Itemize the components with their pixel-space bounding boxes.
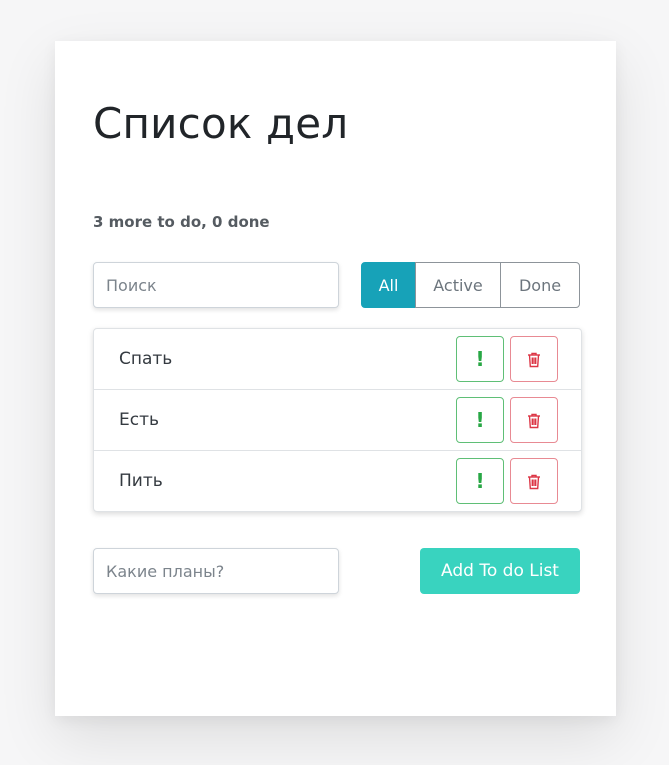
exclamation-icon: !: [475, 469, 485, 493]
exclamation-icon: !: [475, 408, 485, 432]
exclamation-icon: !: [475, 347, 485, 371]
list-item: Есть !: [94, 390, 581, 451]
filter-all-button[interactable]: All: [361, 262, 416, 308]
mark-important-button[interactable]: !: [456, 458, 504, 504]
mark-important-button[interactable]: !: [456, 336, 504, 382]
trash-icon: [528, 352, 540, 367]
list-item: Спать !: [94, 329, 581, 390]
new-todo-input[interactable]: [93, 548, 339, 594]
trash-icon: [528, 413, 540, 428]
delete-button[interactable]: [510, 336, 558, 382]
filter-button-group: All Active Done: [361, 262, 580, 308]
delete-button[interactable]: [510, 458, 558, 504]
todo-item-label[interactable]: Спать: [119, 349, 172, 369]
delete-button[interactable]: [510, 397, 558, 443]
page-title: Список дел: [93, 99, 349, 148]
filter-active-button[interactable]: Active: [415, 262, 501, 308]
trash-icon: [528, 474, 540, 489]
todo-item-label[interactable]: Пить: [119, 471, 163, 491]
mark-important-button[interactable]: !: [456, 397, 504, 443]
list-item: Пить !: [94, 451, 581, 511]
todo-app-card: Список дел 3 more to do, 0 done All Acti…: [55, 41, 616, 716]
search-input[interactable]: [93, 262, 339, 308]
todo-counter: 3 more to do, 0 done: [93, 213, 270, 231]
todo-item-label[interactable]: Есть: [119, 410, 159, 430]
filter-done-button[interactable]: Done: [500, 262, 580, 308]
todo-list: Спать ! Есть ! Пить !: [93, 328, 582, 512]
add-todo-button[interactable]: Add To do List: [420, 548, 580, 594]
